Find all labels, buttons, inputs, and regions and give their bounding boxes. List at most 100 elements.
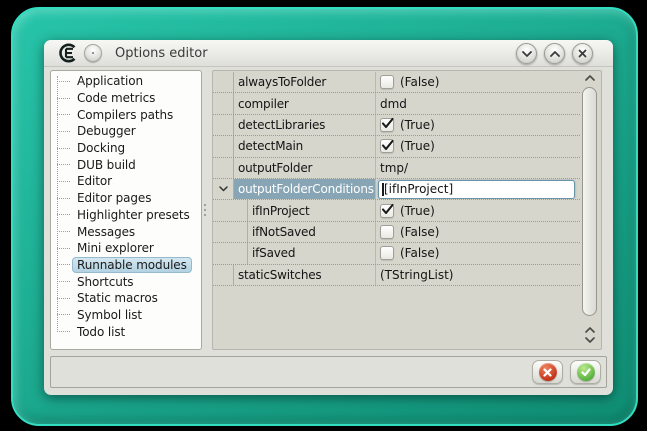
tree-branch-stub-icon <box>57 231 70 232</box>
scroll-up-icon[interactable] <box>581 75 598 81</box>
tree-branch-stub-icon <box>57 164 70 165</box>
property-name[interactable]: alwaysToFolder <box>233 72 375 92</box>
property-row[interactable]: ifSaved (False) <box>213 243 580 264</box>
sidebar-item[interactable]: Application <box>51 73 201 90</box>
property-row[interactable]: alwaysToFolder (False) <box>213 72 580 93</box>
row-gutter <box>213 115 233 135</box>
value-text: (False) <box>400 75 440 89</box>
sidebar-item-label: Static macros <box>72 290 163 306</box>
chevron-down-icon <box>522 51 532 57</box>
scroll-up-icon[interactable] <box>581 327 598 333</box>
options-editor-window: Options editor Application <box>44 40 613 395</box>
grid-scrollbar[interactable] <box>581 74 598 346</box>
property-name[interactable]: ifInProject <box>247 200 375 220</box>
sidebar-item[interactable]: Symbol list <box>51 307 201 324</box>
sidebar-item[interactable]: Mini explorer <box>51 240 201 257</box>
property-value[interactable]: tmp/ <box>375 158 580 178</box>
property-value[interactable]: (True) <box>375 136 580 156</box>
property-row[interactable]: outputFolder tmp/ <box>213 158 580 179</box>
sidebar-item[interactable]: Editor pages <box>51 190 201 207</box>
value-checkbox[interactable] <box>380 204 394 218</box>
editor-text: [ifInProject] <box>384 182 453 196</box>
sidebar-item[interactable]: Runnable modules <box>51 257 201 274</box>
sidebar-item[interactable]: Todo list <box>51 323 201 340</box>
close-button[interactable] <box>572 43 593 64</box>
property-value[interactable]: (True) <box>375 200 580 220</box>
property-row[interactable]: compiler dmd <box>213 93 580 114</box>
sidebar-item[interactable]: Shortcuts <box>51 273 201 290</box>
sidebar-item[interactable]: Code metrics <box>51 90 201 107</box>
property-value[interactable]: dmd <box>375 93 580 113</box>
minimize-button[interactable] <box>516 43 537 64</box>
sidebar-item[interactable]: Debugger <box>51 123 201 140</box>
property-name[interactable]: outputFolderConditions <box>233 179 375 199</box>
window-glow-frame: Options editor Application <box>11 7 638 426</box>
tree-branch-stub-icon <box>57 181 70 182</box>
sidebar-item-label: Todo list <box>72 324 130 340</box>
sidebar-item[interactable]: DUB build <box>51 156 201 173</box>
tree-branch-stub-icon <box>57 114 70 115</box>
value-checkbox[interactable] <box>380 246 394 260</box>
tree-branch-stub-icon <box>57 81 70 82</box>
tree-branch-stub-icon <box>57 281 70 282</box>
property-name[interactable]: outputFolder <box>233 158 375 178</box>
titlebar[interactable]: Options editor <box>44 40 613 67</box>
property-name[interactable]: ifSaved <box>247 243 375 263</box>
property-row[interactable]: outputFolderConditions [ifInProject] <box>213 179 580 200</box>
property-name[interactable]: staticSwitches <box>233 265 375 285</box>
value-text: (True) <box>400 139 435 153</box>
sidebar-item-label: Docking <box>72 140 130 156</box>
property-name[interactable]: ifNotSaved <box>247 222 375 242</box>
scrollbar-thumb[interactable] <box>582 87 597 316</box>
property-value[interactable]: (True) <box>375 115 580 135</box>
sidebar-item-label: Mini explorer <box>72 240 159 256</box>
accept-icon <box>577 363 595 381</box>
tree-branch-stub-icon <box>57 314 70 315</box>
value-checkbox[interactable] <box>380 225 394 239</box>
row-gutter <box>213 93 233 113</box>
sidebar-item[interactable]: Static macros <box>51 290 201 307</box>
value-text: (True) <box>400 118 435 132</box>
property-value[interactable]: (TStringList) <box>375 265 580 285</box>
property-value[interactable]: [ifInProject] <box>375 179 580 199</box>
property-row[interactable]: ifInProject (True) <box>213 200 580 221</box>
sidebar-item-label: Application <box>72 73 148 89</box>
panel-splitter[interactable] <box>203 204 206 216</box>
sidebar-item[interactable]: Highlighter presets <box>51 207 201 224</box>
value-text: (False) <box>400 246 440 260</box>
close-icon <box>578 49 587 58</box>
property-row[interactable]: detectMain (True) <box>213 136 580 157</box>
maximize-button[interactable] <box>544 43 565 64</box>
value-editor[interactable]: [ifInProject] <box>378 180 575 199</box>
property-row[interactable]: ifNotSaved (False) <box>213 222 580 243</box>
sidebar-item[interactable]: Messages <box>51 223 201 240</box>
sidebar-item[interactable]: Editor <box>51 173 201 190</box>
property-grid: alwaysToFolder (False) compiler dmd dete… <box>212 70 602 350</box>
accept-button[interactable] <box>570 360 601 384</box>
collapse-chevron-icon[interactable] <box>219 186 228 192</box>
row-indent <box>233 243 247 263</box>
property-name[interactable]: detectLibraries <box>233 115 375 135</box>
scroll-down-icon[interactable] <box>581 337 598 343</box>
cancel-button[interactable] <box>532 360 563 384</box>
property-value[interactable]: (False) <box>375 72 580 92</box>
property-row[interactable]: detectLibraries (True) <box>213 115 580 136</box>
property-row[interactable]: staticSwitches (TStringList) <box>213 265 580 286</box>
chevron-up-icon <box>550 51 560 57</box>
tree-branch-stub-icon <box>57 98 70 99</box>
window-title: Options editor <box>115 46 208 61</box>
value-checkbox[interactable] <box>380 118 394 132</box>
window-menu-button[interactable] <box>84 44 102 62</box>
sidebar-item[interactable]: Compilers paths <box>51 106 201 123</box>
property-name[interactable]: compiler <box>233 93 375 113</box>
coedit-logo-icon <box>59 43 76 63</box>
sidebar-item[interactable]: Docking <box>51 140 201 157</box>
value-checkbox[interactable] <box>380 139 394 153</box>
cancel-icon <box>539 363 557 381</box>
tree-branch-stub-icon <box>57 248 70 249</box>
property-value[interactable]: (False) <box>375 243 580 263</box>
sidebar-item-label: Editor pages <box>72 190 156 206</box>
property-value[interactable]: (False) <box>375 222 580 242</box>
property-name[interactable]: detectMain <box>233 136 375 156</box>
value-checkbox[interactable] <box>380 75 394 89</box>
